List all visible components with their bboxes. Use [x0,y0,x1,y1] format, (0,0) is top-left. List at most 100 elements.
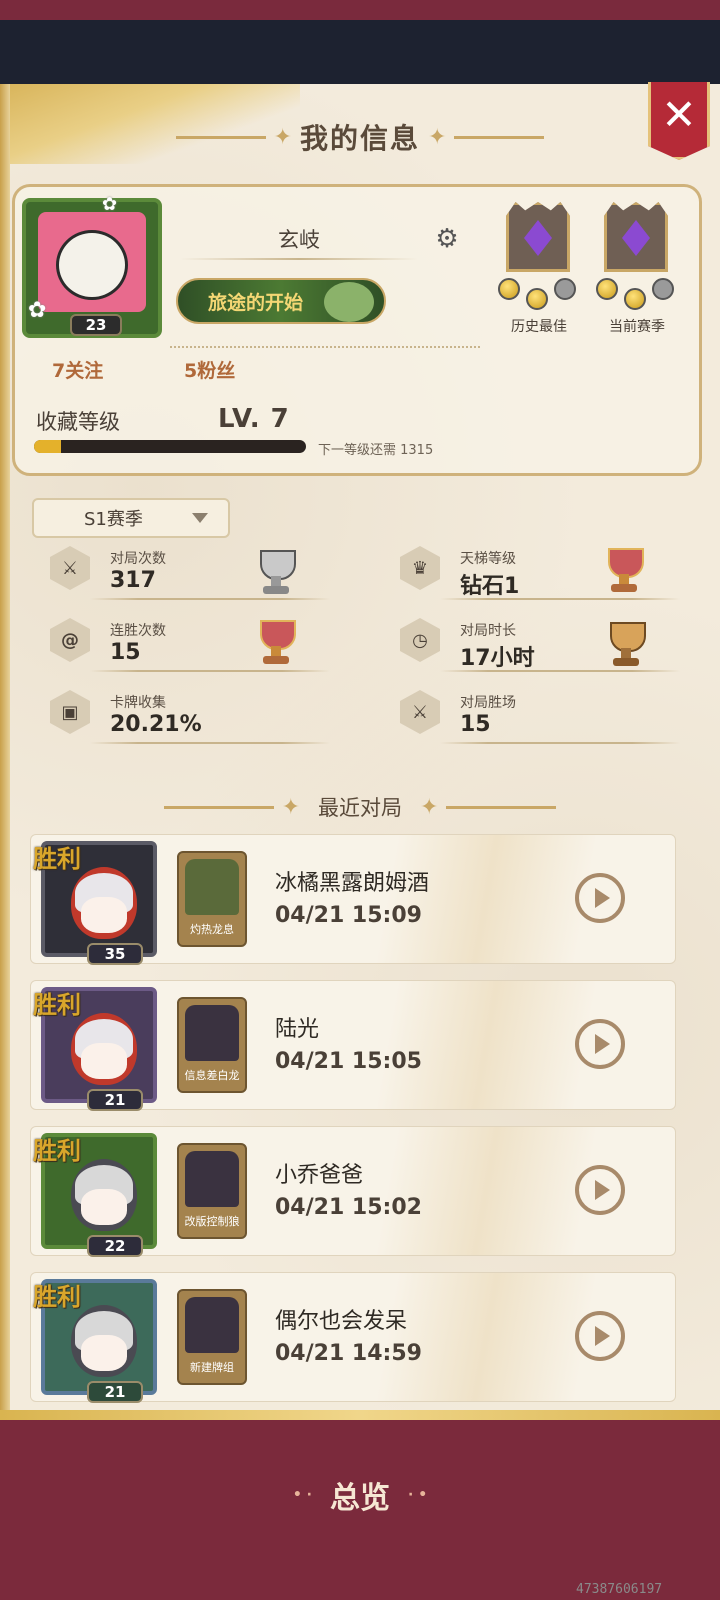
card-icon: ▣ [50,690,90,734]
rank-coin [554,278,576,300]
deck-badge[interactable]: 灼热龙息 [177,851,247,947]
username-underline [180,258,418,260]
stat-value: 317 [110,568,156,593]
rank-coin [596,278,618,300]
dotted-divider [170,346,480,348]
match-time: 04/21 15:02 [275,1195,422,1220]
stat-label: 对局胜场 [460,695,516,711]
stat-play-time: ◷ 对局时长 17小时 [400,614,690,674]
title-divider-right [454,135,545,139]
sparkle-icon: ✦ [281,794,300,820]
collection-level-value: LV. 7 [218,404,290,434]
gear-icon[interactable]: ⚙ [434,226,460,252]
page-title: 我的信息 [299,122,420,155]
stat-divider [90,670,330,672]
opponent-name: 小乔爸爸 [275,1163,364,1188]
close-button[interactable]: ✕ [648,82,710,160]
next-level-text: 下一等级还需 1315 [318,443,434,458]
recent-divider-left [163,805,274,809]
stat-divider [90,742,330,744]
rank-coin [624,288,646,310]
stat-win-streak: @ 连胜次数 15 [50,614,340,674]
season-dropdown[interactable]: S1赛季 [32,498,230,538]
match-card[interactable]: 22 胜利 改版控制狼 小乔爸爸 04/21 15:02 [30,1126,676,1257]
match-card[interactable]: 21 胜利 新建牌组 偶尔也会发呆 04/21 14:59 [30,1272,676,1403]
match-level-badge: 21 [87,1089,143,1111]
chibi-skin [81,1043,127,1079]
deck-name: 信息差白龙 [184,1069,240,1082]
stat-value: 17小时 [460,646,535,671]
recent-divider-right [446,805,557,809]
match-level-badge: 35 [87,943,143,965]
title-banner[interactable]: 旅途的开始 [176,278,386,324]
title-banner-text: 旅途的开始 [208,291,304,314]
collection-progress-bar [34,440,306,453]
replay-button[interactable] [575,1311,625,1361]
match-card[interactable]: 21 胜利 信息差白龙 陆光 04/21 15:05 [30,980,676,1111]
crown-icon: ♛ [400,546,440,590]
stat-ladder-tier: ♛ 天梯等级 钻石1 [400,542,690,602]
avatar-face [56,230,128,300]
rank-emblem-current[interactable] [598,202,674,274]
stat-label: 对局次数 [110,551,166,567]
replay-button[interactable] [575,1165,625,1215]
deck-badge[interactable]: 新建牌组 [177,1289,247,1385]
stat-label: 天梯等级 [460,551,516,567]
fans-count[interactable]: 5粉丝 [184,356,235,383]
play-icon [594,1034,610,1054]
triangle-down-icon [192,513,208,523]
dot-icon: • · [292,1487,312,1503]
match-level-badge: 21 [87,1381,143,1403]
avatar-portrait [38,212,146,312]
opponent-name: 陆光 [275,1017,320,1042]
match-time: 04/21 15:05 [275,1049,422,1074]
deck-art [185,859,239,915]
win-label: 胜利 [33,1283,81,1311]
username: 玄岐 [278,228,320,252]
rank-label-best: 历史最佳 [511,319,567,335]
deck-art [185,1151,239,1207]
flower-icon: ✿ [102,194,118,215]
deck-badge[interactable]: 改版控制狼 [177,1143,247,1239]
chibi-skin [81,1335,127,1371]
flower-icon: ✿ [28,298,47,323]
win-label: 胜利 [33,1137,81,1165]
opponent-name: 冰橘黑露朗姆酒 [275,871,430,896]
sparkle-icon: ✦ [420,794,439,820]
match-time: 04/21 15:09 [275,903,422,928]
stat-card-collection: ▣ 卡牌收集 20.21% [50,686,340,746]
opponent-name: 偶尔也会发呆 [275,1309,408,1334]
replay-button[interactable] [575,1019,625,1069]
win-label: 胜利 [33,991,81,1019]
avatar[interactable]: 23 ✿ ✿ [22,194,162,338]
recent-matches-title: 最近对局 [318,796,402,820]
rank-label-current: 当前赛季 [609,319,665,335]
follows-count[interactable]: 7关注 [52,356,103,383]
stat-divider [440,742,680,744]
replay-button[interactable] [575,873,625,923]
overview-button[interactable]: • · 总览 · • [260,1468,460,1522]
avatar-level-badge: 23 [70,314,122,336]
season-selected: S1赛季 [84,509,143,530]
crossed-swords-icon: ⚔ [400,690,440,734]
match-time: 04/21 14:59 [275,1341,422,1366]
deck-badge[interactable]: 信息差白龙 [177,997,247,1093]
close-icon: ✕ [661,90,697,139]
bronze-trophy-icon [606,616,646,668]
silver-trophy-icon [256,544,296,596]
stat-label: 卡牌收集 [110,695,166,711]
diamond-trophy-icon [604,542,644,594]
match-card[interactable]: 35 胜利 灼热龙息 冰橘黑露朗姆酒 04/21 15:09 [30,834,676,965]
recent-matches-header: ✦ 最近对局 ✦ [160,790,560,824]
rank-coin [498,278,520,300]
deck-art [185,1005,239,1061]
stat-value: 15 [110,640,141,665]
stat-divider [440,598,680,600]
deck-art [185,1297,239,1353]
rank-coin [526,288,548,310]
clock-icon: ◷ [400,618,440,662]
title-divider-left [175,135,266,139]
rank-emblem-best[interactable] [500,202,576,274]
chibi-skin [81,1189,127,1225]
sparkle-icon: ✦ [273,124,292,150]
